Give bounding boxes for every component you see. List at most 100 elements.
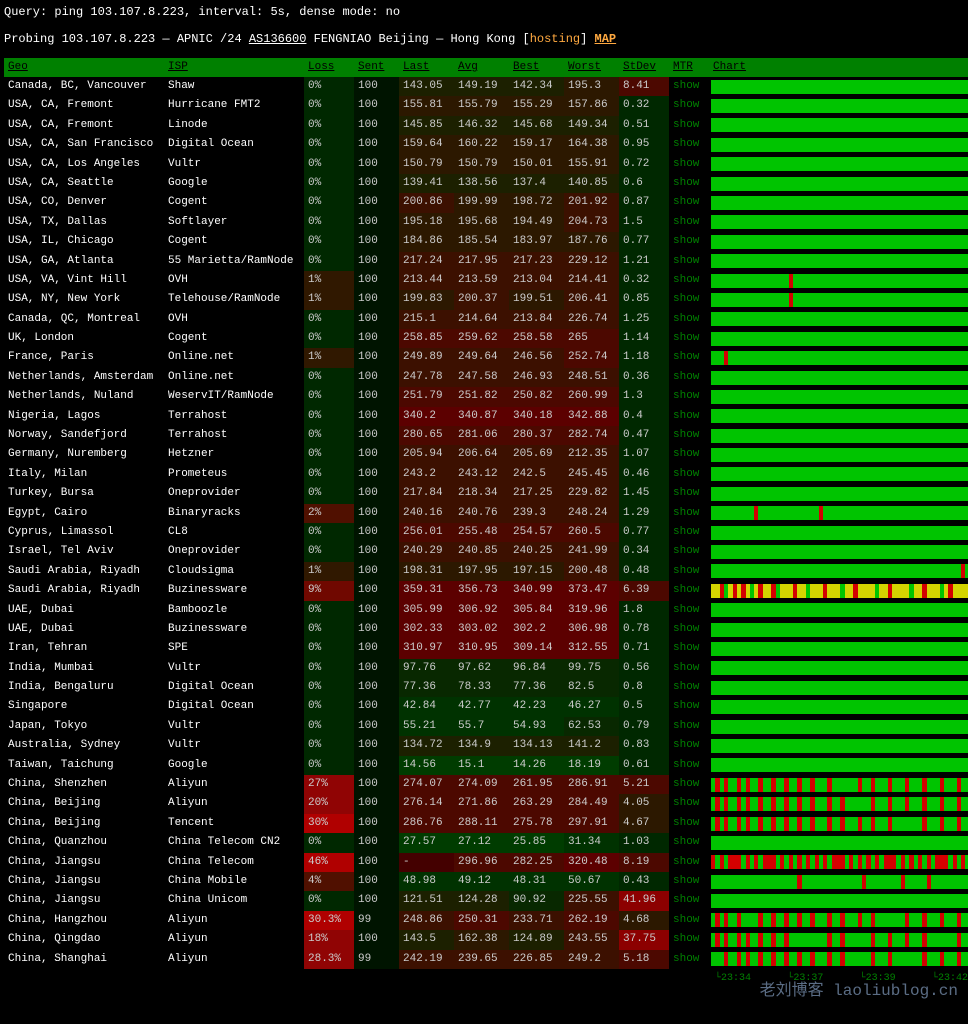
mtr-link[interactable]: show [669, 736, 709, 755]
col-geo[interactable]: Geo [4, 58, 164, 77]
cell-avg: 214.64 [454, 310, 509, 329]
mtr-link[interactable]: show [669, 853, 709, 872]
cell-last: 217.24 [399, 252, 454, 271]
cell-worst: 164.38 [564, 135, 619, 154]
col-best[interactable]: Best [509, 58, 564, 77]
mtr-link[interactable]: show [669, 775, 709, 794]
mtr-link[interactable]: show [669, 620, 709, 639]
cell-isp: Aliyun [164, 950, 304, 969]
cell-worst: 284.49 [564, 794, 619, 813]
mtr-link[interactable]: show [669, 950, 709, 969]
mtr-link[interactable]: show [669, 930, 709, 949]
cell-worst: 262.19 [564, 911, 619, 930]
cell-avg: 340.87 [454, 407, 509, 426]
map-link[interactable]: MAP [595, 32, 617, 46]
cell-stdev: 37.75 [619, 930, 669, 949]
cell-sent: 100 [354, 620, 399, 639]
mtr-link[interactable]: show [669, 562, 709, 581]
asn-link[interactable]: AS136600 [249, 32, 307, 46]
mtr-link[interactable]: show [669, 426, 709, 445]
mtr-link[interactable]: show [669, 271, 709, 290]
mtr-link[interactable]: show [669, 445, 709, 464]
mtr-link[interactable]: show [669, 833, 709, 852]
mtr-link[interactable]: show [669, 252, 709, 271]
mtr-link[interactable]: show [669, 387, 709, 406]
col-stdev[interactable]: StDev [619, 58, 669, 77]
mtr-link[interactable]: show [669, 659, 709, 678]
mtr-link[interactable]: show [669, 872, 709, 891]
cell-stdev: 4.05 [619, 794, 669, 813]
table-row: UAE, DubaiBuzinessware0%100302.33303.023… [4, 620, 968, 639]
cell-loss: 2% [304, 504, 354, 523]
cell-avg: 146.32 [454, 116, 509, 135]
col-last[interactable]: Last [399, 58, 454, 77]
cell-sent: 100 [354, 174, 399, 193]
col-sent[interactable]: Sent [354, 58, 399, 77]
mtr-link[interactable]: show [669, 891, 709, 910]
mtr-link[interactable]: show [669, 290, 709, 309]
mtr-link[interactable]: show [669, 155, 709, 174]
cell-geo: Saudi Arabia, Riyadh [4, 581, 164, 600]
col-isp[interactable]: ISP [164, 58, 304, 77]
chart-cell [709, 620, 968, 639]
chart-cell [709, 891, 968, 910]
cell-worst: 200.48 [564, 562, 619, 581]
col-worst[interactable]: Worst [564, 58, 619, 77]
mtr-link[interactable]: show [669, 484, 709, 503]
cell-loss: 0% [304, 756, 354, 775]
cell-worst: 204.73 [564, 213, 619, 232]
mtr-link[interactable]: show [669, 697, 709, 716]
cell-avg: 197.95 [454, 562, 509, 581]
cell-geo: China, Jiangsu [4, 872, 164, 891]
cell-best: 199.51 [509, 290, 564, 309]
mtr-link[interactable]: show [669, 504, 709, 523]
col-chart[interactable]: Chart [709, 58, 968, 77]
col-mtr[interactable]: MTR [669, 58, 709, 77]
cell-isp: Tencent [164, 814, 304, 833]
mtr-link[interactable]: show [669, 523, 709, 542]
mtr-link[interactable]: show [669, 814, 709, 833]
mtr-link[interactable]: show [669, 96, 709, 115]
cell-geo: China, Shenzhen [4, 775, 164, 794]
table-row: China, BeijingAliyun20%100276.14271.8626… [4, 794, 968, 813]
mtr-link[interactable]: show [669, 601, 709, 620]
cell-best: 305.84 [509, 601, 564, 620]
cell-isp: Buzinessware [164, 620, 304, 639]
mtr-link[interactable]: show [669, 116, 709, 135]
mtr-link[interactable]: show [669, 329, 709, 348]
col-avg[interactable]: Avg [454, 58, 509, 77]
cell-isp: SPE [164, 639, 304, 658]
cell-avg: 259.62 [454, 329, 509, 348]
mtr-link[interactable]: show [669, 542, 709, 561]
table-row: China, QuanzhouChina Telecom CN20%10027.… [4, 833, 968, 852]
mtr-link[interactable]: show [669, 213, 709, 232]
mtr-link[interactable]: show [669, 193, 709, 212]
mtr-link[interactable]: show [669, 465, 709, 484]
cell-best: 96.84 [509, 659, 564, 678]
mtr-link[interactable]: show [669, 794, 709, 813]
mtr-link[interactable]: show [669, 717, 709, 736]
chart-cell [709, 581, 968, 600]
mtr-link[interactable]: show [669, 77, 709, 96]
mtr-link[interactable]: show [669, 639, 709, 658]
cell-worst: 201.92 [564, 193, 619, 212]
mtr-link[interactable]: show [669, 348, 709, 367]
cell-stdev: 1.25 [619, 310, 669, 329]
mtr-link[interactable]: show [669, 407, 709, 426]
mtr-link[interactable]: show [669, 174, 709, 193]
mtr-link[interactable]: show [669, 310, 709, 329]
cell-isp: Softlayer [164, 213, 304, 232]
cell-stdev: 5.21 [619, 775, 669, 794]
cell-geo: Saudi Arabia, Riyadh [4, 562, 164, 581]
col-loss[interactable]: Loss [304, 58, 354, 77]
cell-avg: 138.56 [454, 174, 509, 193]
mtr-link[interactable]: show [669, 232, 709, 251]
table-row: Norway, SandefjordTerrahost0%100280.6528… [4, 426, 968, 445]
mtr-link[interactable]: show [669, 135, 709, 154]
mtr-link[interactable]: show [669, 756, 709, 775]
cell-sent: 100 [354, 445, 399, 464]
mtr-link[interactable]: show [669, 581, 709, 600]
mtr-link[interactable]: show [669, 911, 709, 930]
mtr-link[interactable]: show [669, 678, 709, 697]
mtr-link[interactable]: show [669, 368, 709, 387]
